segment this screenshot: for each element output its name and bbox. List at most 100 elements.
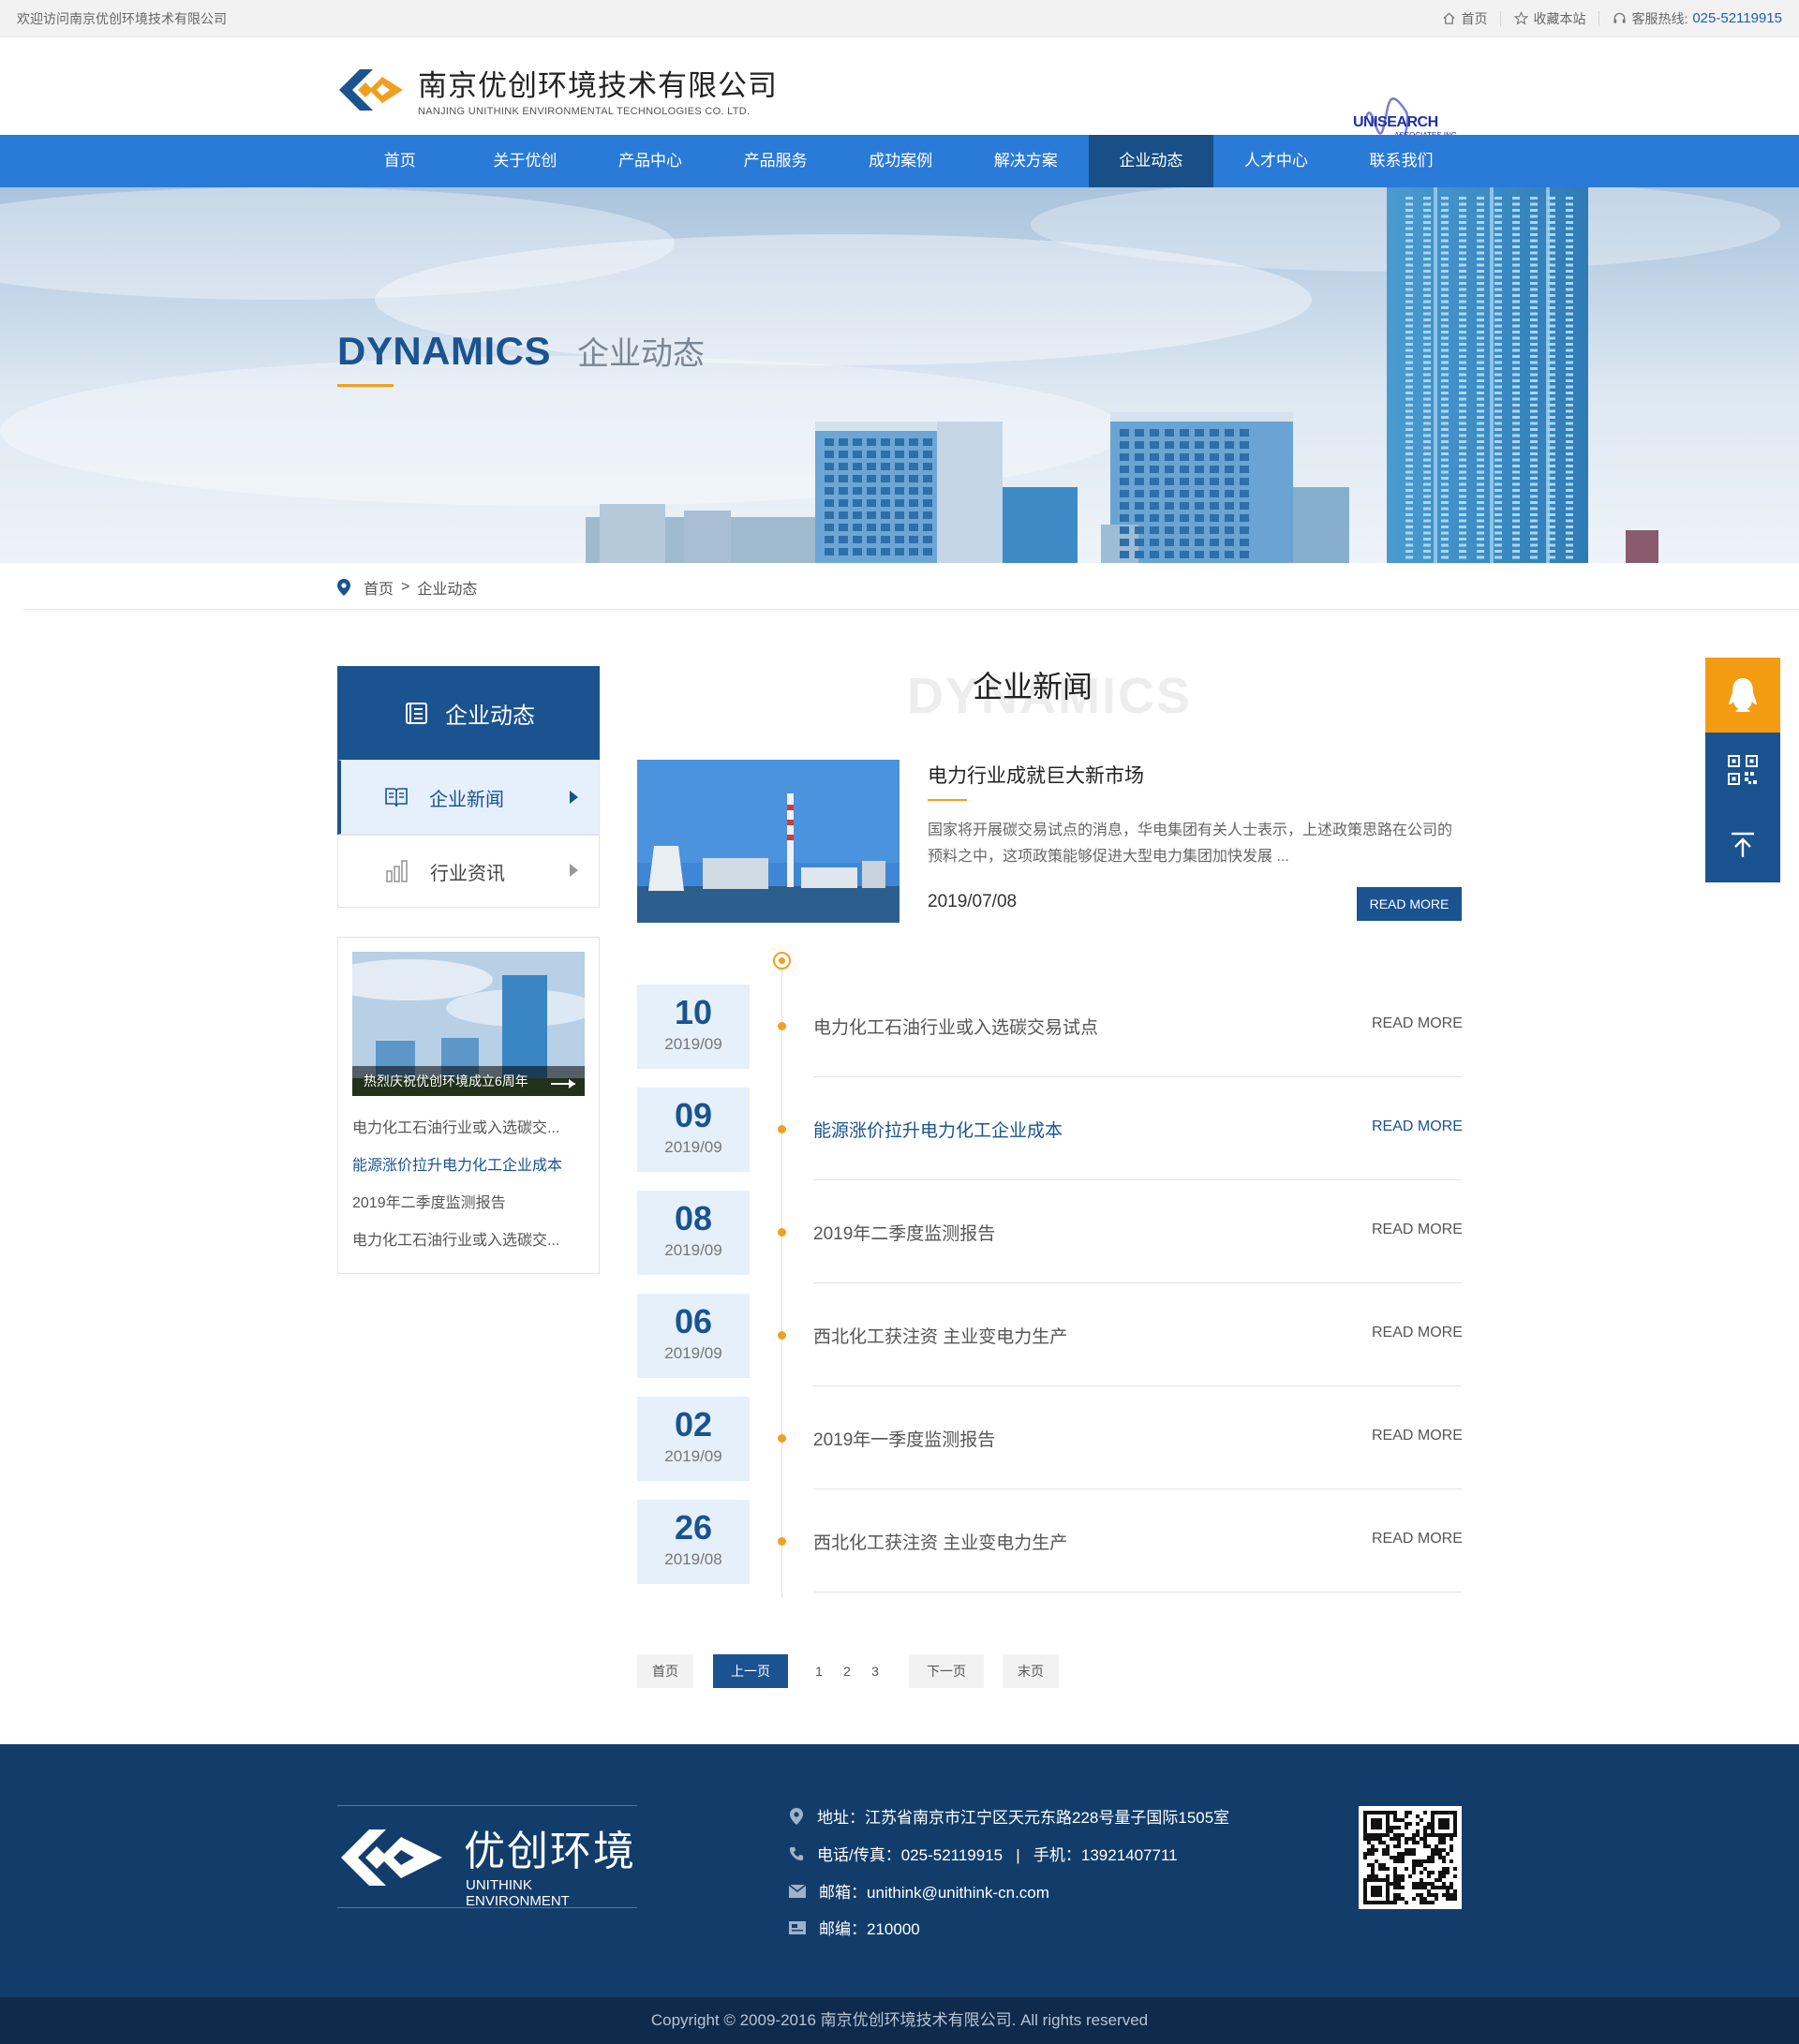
news-title-link[interactable]: 2019年二季度监测报告 bbox=[813, 1220, 995, 1245]
banner-title-cn: 企业动态 bbox=[577, 336, 706, 372]
nav-item[interactable]: 产品中心 bbox=[587, 135, 713, 187]
city-skyline-image bbox=[0, 187, 1799, 563]
sidebar-heading: 企业动态 bbox=[337, 666, 600, 760]
timeline-dot bbox=[778, 1434, 786, 1443]
page-last-button[interactable]: 末页 bbox=[1003, 1654, 1059, 1688]
back-to-top-button[interactable] bbox=[1705, 807, 1780, 882]
footer-address: 地址：江苏省南京市江宁区天元东路228号量子国际1505室 bbox=[789, 1804, 1229, 1828]
news-day: 10 bbox=[674, 993, 713, 1031]
qq-chat-button[interactable] bbox=[1705, 658, 1780, 733]
sidebar-link[interactable]: 电力化工石油行业或入选碳交... bbox=[352, 1227, 587, 1250]
news-year-month: 2019/09 bbox=[664, 1035, 722, 1053]
timeline-dot bbox=[778, 1537, 786, 1546]
news-read-more-link[interactable]: READ MORE bbox=[1372, 1222, 1463, 1238]
sidebar-item-industry-news[interactable]: 行业资讯 bbox=[337, 835, 600, 908]
nav-item[interactable]: 联系我们 bbox=[1339, 135, 1464, 187]
sidebar-item-company-news[interactable]: 企业新闻 bbox=[337, 760, 600, 835]
news-title-link[interactable]: 电力化工石油行业或入选碳交易试点 bbox=[813, 1014, 1098, 1039]
sidebar-item-label: 企业新闻 bbox=[429, 789, 504, 810]
top-bar: 欢迎访问南京优创环境技术有限公司 首页 收藏本站 客服热线: 025-52119… bbox=[0, 0, 1799, 37]
nav-item[interactable]: 成功案例 bbox=[838, 135, 963, 187]
page-banner: DYNAMICS 企业动态 bbox=[0, 187, 1799, 563]
news-title-link[interactable]: 2019年一季度监测报告 bbox=[813, 1426, 995, 1451]
news-read-more-link[interactable]: READ MORE bbox=[1372, 1118, 1463, 1135]
news-title-link[interactable]: 能源涨价拉升电力化工企业成本 bbox=[813, 1117, 1063, 1142]
arrow-right-icon bbox=[551, 1079, 575, 1089]
news-day: 06 bbox=[674, 1302, 713, 1340]
top-home-link[interactable]: 首页 bbox=[1442, 9, 1487, 28]
footer-address-text: 地址：江苏省南京市江宁区天元东路228号量子国际1505室 bbox=[817, 1809, 1230, 1827]
logo-mark-icon bbox=[339, 68, 403, 111]
page-number-3[interactable]: 3 bbox=[866, 1654, 885, 1688]
feature-caption: 热烈庆祝优创环境成立6周年 bbox=[352, 1066, 585, 1096]
featured-image[interactable] bbox=[637, 760, 900, 923]
footer-phone-text: 电话/传真：025-52119915 | 手机：13921407711 bbox=[817, 1846, 1178, 1864]
breadcrumb-current: 企业动态 bbox=[417, 582, 478, 598]
power-plant-photo bbox=[637, 760, 900, 923]
sidebar-feature-image[interactable]: 热烈庆祝优创环境成立6周年 bbox=[352, 952, 585, 1096]
footer-qr-code bbox=[1359, 1806, 1462, 1909]
footer-postcode: 邮编：210000 bbox=[789, 1916, 920, 1939]
nav-item[interactable]: 首页 bbox=[337, 135, 463, 187]
news-read-more-link[interactable]: READ MORE bbox=[1372, 1325, 1463, 1341]
footer-brand-cn: 优创环境 bbox=[464, 1829, 636, 1874]
page-number-1[interactable]: 1 bbox=[810, 1654, 828, 1688]
news-year-month: 2019/09 bbox=[664, 1241, 722, 1259]
breadcrumb-home[interactable]: 首页 bbox=[364, 576, 394, 599]
featured-title-underline bbox=[928, 799, 967, 801]
page-prev-button[interactable]: 上一页 bbox=[713, 1654, 788, 1688]
footer-email: 邮箱：unithink@unithink-cn.com bbox=[789, 1879, 1049, 1903]
news-read-more-link[interactable]: READ MORE bbox=[1372, 1428, 1463, 1444]
favorite-link[interactable]: 收藏本站 bbox=[1514, 9, 1585, 28]
featured-read-more-button[interactable]: READ MORE bbox=[1357, 887, 1462, 921]
header: 南京优创环境技术有限公司 NANJING UNITHINK ENVIRONMEN… bbox=[0, 37, 1799, 140]
footer: 优创环境 UNITHINK ENVIRONMENT 地址：江苏省南京市江宁区天元… bbox=[0, 1744, 1799, 1997]
news-separator bbox=[813, 1076, 1462, 1077]
nav-item[interactable]: 关于优创 bbox=[463, 135, 588, 187]
news-separator bbox=[813, 1385, 1462, 1386]
timeline-dot bbox=[778, 1331, 786, 1340]
page-next-button[interactable]: 下一页 bbox=[909, 1654, 984, 1688]
top-home-label: 首页 bbox=[1461, 10, 1488, 26]
news-read-more-link[interactable]: READ MORE bbox=[1372, 1531, 1463, 1548]
welcome-text: 欢迎访问南京优创环境技术有限公司 bbox=[17, 10, 227, 26]
company-logo[interactable]: 南京优创环境技术有限公司 NANJING UNITHINK ENVIRONMEN… bbox=[337, 62, 778, 117]
news-read-more-link[interactable]: READ MORE bbox=[1372, 1015, 1463, 1032]
nav-item[interactable]: 企业动态 bbox=[1088, 135, 1214, 187]
document-icon bbox=[406, 703, 427, 724]
nav-item[interactable]: 产品服务 bbox=[713, 135, 839, 187]
news-title-link[interactable]: 西北化工获注资 主业变电力生产 bbox=[813, 1323, 1067, 1348]
news-day: 09 bbox=[674, 1096, 713, 1134]
sidebar-item-label: 行业资讯 bbox=[430, 863, 505, 884]
section-title: 企业新闻 bbox=[973, 670, 1093, 704]
featured-title[interactable]: 电力行业成就巨大新市场 bbox=[928, 761, 1144, 789]
news-year-month: 2019/09 bbox=[664, 1138, 722, 1156]
nav-item[interactable]: 解决方案 bbox=[963, 135, 1089, 187]
news-year-month: 2019/08 bbox=[664, 1550, 722, 1568]
page-first-button[interactable]: 首页 bbox=[637, 1654, 693, 1688]
footer-logo-mark-icon bbox=[341, 1829, 442, 1886]
sidebar-link[interactable]: 2019年二季度监测报告 bbox=[352, 1190, 587, 1212]
hotline-label: 客服热线: bbox=[1631, 10, 1688, 26]
news-title-link[interactable]: 西北化工获注资 主业变电力生产 bbox=[813, 1529, 1067, 1554]
sidebar-link[interactable]: 能源涨价拉升电力化工企业成本 bbox=[352, 1152, 587, 1175]
footer-postcode-text: 邮编：210000 bbox=[819, 1920, 920, 1938]
qr-code-image bbox=[1363, 1811, 1457, 1904]
news-day: 02 bbox=[674, 1405, 713, 1444]
sidebar-heading-label: 企业动态 bbox=[445, 703, 535, 729]
sidebar-link[interactable]: 电力化工石油行业或入选碳交... bbox=[352, 1115, 587, 1137]
featured-description: 国家将开展碳交易试点的消息，华电集团有关人士表示，上述政策思路在公司的预料之中，… bbox=[928, 822, 1453, 865]
banner-title: DYNAMICS 企业动态 bbox=[337, 328, 705, 374]
qr-code-button[interactable] bbox=[1705, 733, 1780, 807]
envelope-icon bbox=[789, 1884, 806, 1898]
star-icon bbox=[1514, 11, 1529, 25]
book-icon bbox=[385, 788, 408, 807]
footer-brand-en: UNITHINK ENVIRONMENT bbox=[466, 1877, 570, 1909]
hotline-number: 025-52119915 bbox=[1692, 10, 1782, 26]
copyright: Copyright © 2009-2016 南京优创环境技术有限公司. All … bbox=[0, 1997, 1799, 2044]
nav-item[interactable]: 人才中心 bbox=[1213, 135, 1339, 187]
footer-email-text[interactable]: 邮箱：unithink@unithink-cn.com bbox=[819, 1879, 1049, 1903]
page-number-2[interactable]: 2 bbox=[838, 1654, 856, 1688]
news-date-box: 09 2019/09 bbox=[637, 1088, 750, 1172]
news-date-box: 26 2019/08 bbox=[637, 1500, 750, 1584]
